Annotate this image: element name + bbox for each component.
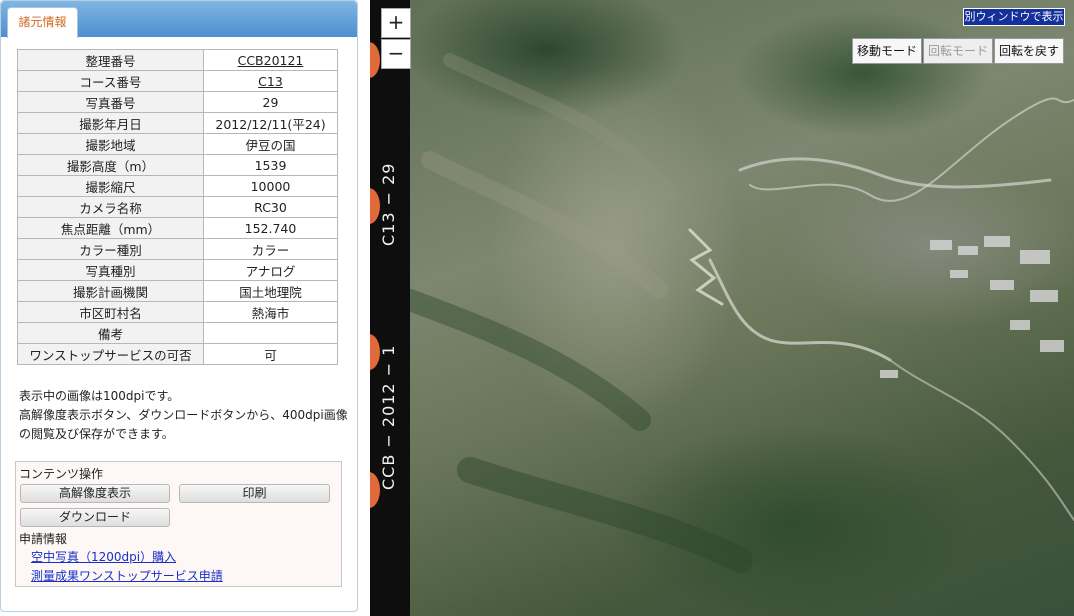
purchase-photo-link[interactable]: 空中写真（1200dpi）購入 [31,548,176,565]
table-row: 撮影縮尺 10000 [17,175,338,197]
spec-key: カメラ名称 [17,196,204,218]
spec-value-link[interactable]: C13 [258,74,283,89]
spec-value: C13 [203,70,338,92]
table-row: 撮影地域 伊豆の国 [17,133,338,155]
note-line-1: 表示中の画像は100dpiです。 [19,389,180,403]
move-mode-button[interactable]: 移動モード [852,38,922,64]
spec-key: 撮影地域 [17,133,204,155]
table-row: カメラ名称 RC30 [17,196,338,218]
content-operations-box: コンテンツ操作 高解像度表示 印刷 ダウンロード 申請情報 空中写真（1200d… [15,461,342,587]
hires-display-button[interactable]: 高解像度表示 [20,484,170,503]
spec-key: カラー種別 [17,238,204,260]
table-row: コース番号 C13 [17,70,338,92]
zoom-in-button[interactable]: + [381,8,411,38]
aerial-photo-map[interactable]: C13 − 29 CCB − 2012 − 1 + − 別ウィンドウで表示 移動… [370,0,1074,616]
spec-key: 撮影高度（m） [17,154,204,176]
film-strip: C13 − 29 CCB − 2012 − 1 [370,0,410,616]
onestop-service-link[interactable]: 測量成果ワンストップサービス申請 [31,567,223,584]
open-separate-window-button[interactable]: 別ウィンドウで表示 [963,8,1065,26]
fiducial-mark [370,42,380,78]
resolution-note: 表示中の画像は100dpiです。 高解像度表示ボタン、ダウンロードボタンから、4… [19,387,349,444]
spec-key: 撮影縮尺 [17,175,204,197]
tab-bar: 諸元情報 [1,1,357,38]
zoom-out-button[interactable]: − [381,39,411,69]
spec-key: ワンストップサービスの可否 [17,343,204,365]
spec-value [203,322,338,344]
spec-key: 焦点距離（mm） [17,217,204,239]
spec-value: RC30 [203,196,338,218]
table-row: 写真番号 29 [17,91,338,113]
spec-value: CCB20121 [203,49,338,71]
spec-key: 撮影年月日 [17,112,204,134]
info-panel: 諸元情報 整理番号 CCB20121 コース番号 C13 写真番号 29 撮影年月日 2012… [0,0,358,612]
reset-rotation-button[interactable]: 回転を戻す [994,38,1064,64]
table-row: 撮影高度（m） 1539 [17,154,338,176]
spec-key: 備考 [17,322,204,344]
spec-key: コース番号 [17,70,204,92]
table-row: 撮影計画機関 国土地理院 [17,280,338,302]
table-row: 焦点距離（mm） 152.740 [17,217,338,239]
content-operations-heading: コンテンツ操作 [19,467,104,481]
spec-value: カラー [203,238,338,260]
spec-value: アナログ [203,259,338,281]
table-row: 市区町村名 熱海市 [17,301,338,323]
spec-value: 国土地理院 [203,280,338,302]
download-button[interactable]: ダウンロード [20,508,170,527]
spec-value: 伊豆の国 [203,133,338,155]
specification-table: 整理番号 CCB20121 コース番号 C13 写真番号 29 撮影年月日 2012/12/1… [17,49,338,365]
table-row: カラー種別 カラー [17,238,338,260]
spec-value: 10000 [203,175,338,197]
spec-value: 29 [203,91,338,113]
table-row: ワンストップサービスの可否可 [17,343,338,365]
table-row: 撮影年月日 2012/12/11(平24) [17,112,338,134]
table-row: 備考 [17,322,338,344]
spec-key: 整理番号 [17,49,204,71]
spec-value: 152.740 [203,217,338,239]
aerial-photo-texture [410,53,1074,573]
table-row: 整理番号 CCB20121 [17,49,338,71]
spec-key: 撮影計画機関 [17,280,204,302]
film-course-label: C13 − 29 [379,162,398,246]
film-project-label: CCB − 2012 − 1 [379,344,398,490]
table-row: 写真種別 アナログ [17,259,338,281]
spec-value: 2012/12/11(平24) [203,112,338,134]
application-info-heading: 申請情報 [19,532,68,546]
spec-value: 可 [203,343,338,365]
spec-value-link[interactable]: CCB20121 [238,53,304,68]
spec-key: 市区町村名 [17,301,204,323]
note-line-2: 高解像度表示ボタン、ダウンロードボタンから、400dpi画像の閲覧及び保存ができ… [19,408,348,441]
spec-value: 熱海市 [203,301,338,323]
spec-key: 写真番号 [17,91,204,113]
spec-key: 写真種別 [17,259,204,281]
tab-specifications[interactable]: 諸元情報 [7,7,78,38]
rotate-mode-button[interactable]: 回転モード [923,38,993,64]
print-button[interactable]: 印刷 [179,484,330,503]
spec-value: 1539 [203,154,338,176]
